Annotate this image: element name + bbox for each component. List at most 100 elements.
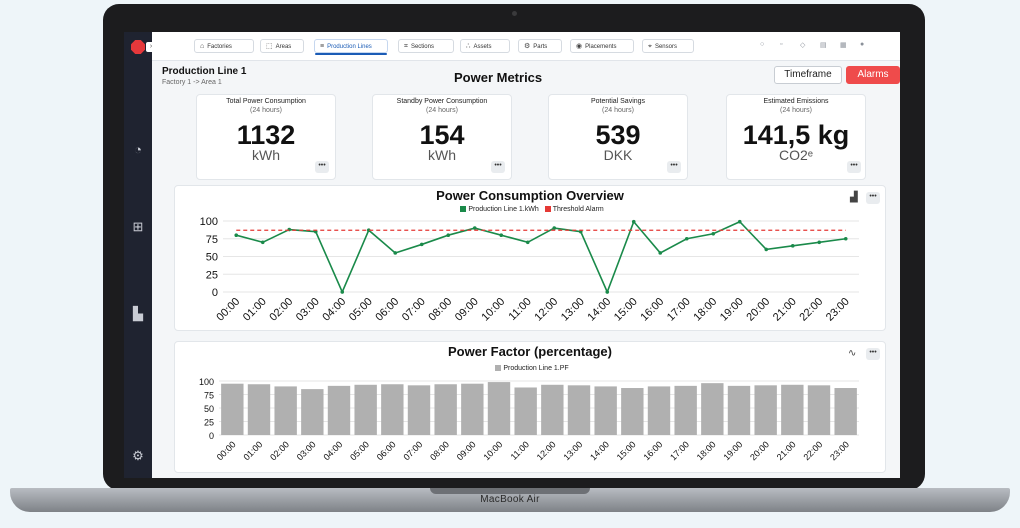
y-tick-label: 25 [204,418,214,428]
section-icon: ⌗ [404,43,408,50]
more-options-button[interactable]: ••• [667,161,681,173]
x-tick-label: 17:00 [668,439,691,462]
x-tick-label: 23:00 [824,296,852,324]
estimated-emissions-card: Estimated Emissions (24 hours) 141,5 kg … [726,94,866,180]
tab-label: Assets [473,44,492,50]
hierarchy-icon[interactable]: ⊞ [130,219,146,235]
x-tick-label: 12:00 [535,439,558,462]
card-unit: DKK [603,147,633,163]
x-tick-label: 13:00 [559,296,587,324]
grid-icon[interactable]: ▦ [840,41,847,49]
x-tick-label: 21:00 [775,439,798,462]
assets-icon: ∴ [466,43,471,50]
card-subtitle: (24 hours) [426,107,458,114]
dashboard-icon[interactable]: ◔ [130,142,146,158]
x-tick-label: 05:00 [347,296,375,324]
bar [407,385,431,435]
bar [487,382,511,435]
data-point [499,233,504,237]
y-tick-label: 50 [206,252,218,264]
more-options-button[interactable]: ••• [491,161,505,173]
placement-icon: ◉ [576,43,583,50]
x-tick-label: 07:00 [400,296,428,324]
data-point [260,240,265,245]
y-tick-label: 25 [206,269,218,281]
bar [221,383,244,435]
power-factor-panel: Power Factor (percentage) Production Lin… [174,341,886,473]
factory-icon: ⌂ [200,43,205,50]
total-power-card: Total Power Consumption (24 hours) 1132 … [196,94,336,180]
x-tick-label: 16:00 [638,296,666,324]
x-tick-label: 05:00 [348,439,371,462]
tab-sections[interactable]: ⌗ Sections [398,39,454,53]
filter-icon[interactable]: ◇ [800,41,805,49]
data-point [340,290,345,294]
tab-label: Factories [207,44,232,50]
tab-sensors[interactable]: ⌖ Sensors [642,39,694,53]
tab-label: Production Lines [327,44,372,50]
data-point [737,219,742,224]
x-tick-label: 13:00 [561,439,584,462]
tab-label: Placements [585,44,617,50]
search-icon[interactable]: ○ [760,41,764,48]
x-tick-label: 00:00 [215,439,238,462]
tab-production-lines[interactable]: ≡ Production Lines [314,39,388,55]
data-point [764,247,769,252]
y-tick-label: 100 [200,216,218,228]
page-title: Production Line 1 [162,66,247,77]
bar [327,385,351,435]
timeframe-button[interactable]: Timeframe [774,66,842,84]
card-title: Potential Savings [590,98,646,105]
bar [781,384,804,435]
x-tick-label: 18:00 [691,296,719,324]
bar [541,384,564,435]
bar [727,385,751,435]
data-point [711,231,716,236]
bar [567,385,591,435]
data-point [790,244,795,248]
tab-label: Areas [275,44,292,50]
x-tick-label: 23:00 [828,439,851,462]
tab-parts[interactable]: ⚙ Parts [518,39,562,53]
x-tick-label: 07:00 [401,439,424,462]
data-point [817,240,822,245]
settings-icon[interactable]: ⚙ [130,448,146,464]
data-point [525,240,530,245]
tab-placements[interactable]: ◉ Placements [570,39,634,53]
notifications-icon[interactable]: ▤ [820,41,827,49]
left-sidebar: › ◔ ⊞ ▙ ⚙ [124,32,156,478]
bar [434,384,457,435]
breadcrumb: Factory 1 -> Area 1 [162,79,222,86]
y-tick-label: 75 [204,391,214,401]
data-point [472,226,477,230]
chart-icon[interactable]: ▫ [780,41,782,48]
x-tick-label: 00:00 [214,296,242,324]
app-screen: › ◔ ⊞ ▙ ⚙ ⌂ Factories ⬚ Areas ≡ Production … [124,32,900,478]
section-title: Power Metrics [454,70,543,85]
x-tick-label: 03:00 [295,439,318,462]
y-tick-label: 0 [209,431,214,441]
more-options-button[interactable]: ••• [847,161,861,173]
tab-label: Sensors [654,44,677,50]
x-tick-label: 02:00 [267,296,295,324]
bar [621,388,644,435]
more-options-button[interactable]: ••• [315,161,329,173]
x-tick-label: 11:00 [509,439,532,462]
tab-factories[interactable]: ⌂ Factories [194,39,254,53]
x-tick-label: 09:00 [455,439,478,462]
card-subtitle: (24 hours) [602,107,634,114]
tab-assets[interactable]: ∴ Assets [460,39,510,53]
bar [701,383,724,435]
x-tick-label: 06:00 [375,439,398,462]
alarms-button[interactable]: Alarms [846,66,900,84]
x-tick-label: 17:00 [665,296,693,324]
status-icon[interactable]: ● [860,41,864,48]
x-tick-label: 06:00 [373,296,401,324]
x-tick-label: 18:00 [695,439,718,462]
sensor-icon: ⌖ [648,43,652,50]
tab-areas[interactable]: ⬚ Areas [260,39,304,53]
card-subtitle: (24 hours) [250,107,282,114]
card-subtitle: (24 hours) [780,107,812,114]
factory-nav-icon[interactable]: ▙ [130,306,146,322]
potential-savings-card: Potential Savings (24 hours) 539 DKK ••• [548,94,688,180]
